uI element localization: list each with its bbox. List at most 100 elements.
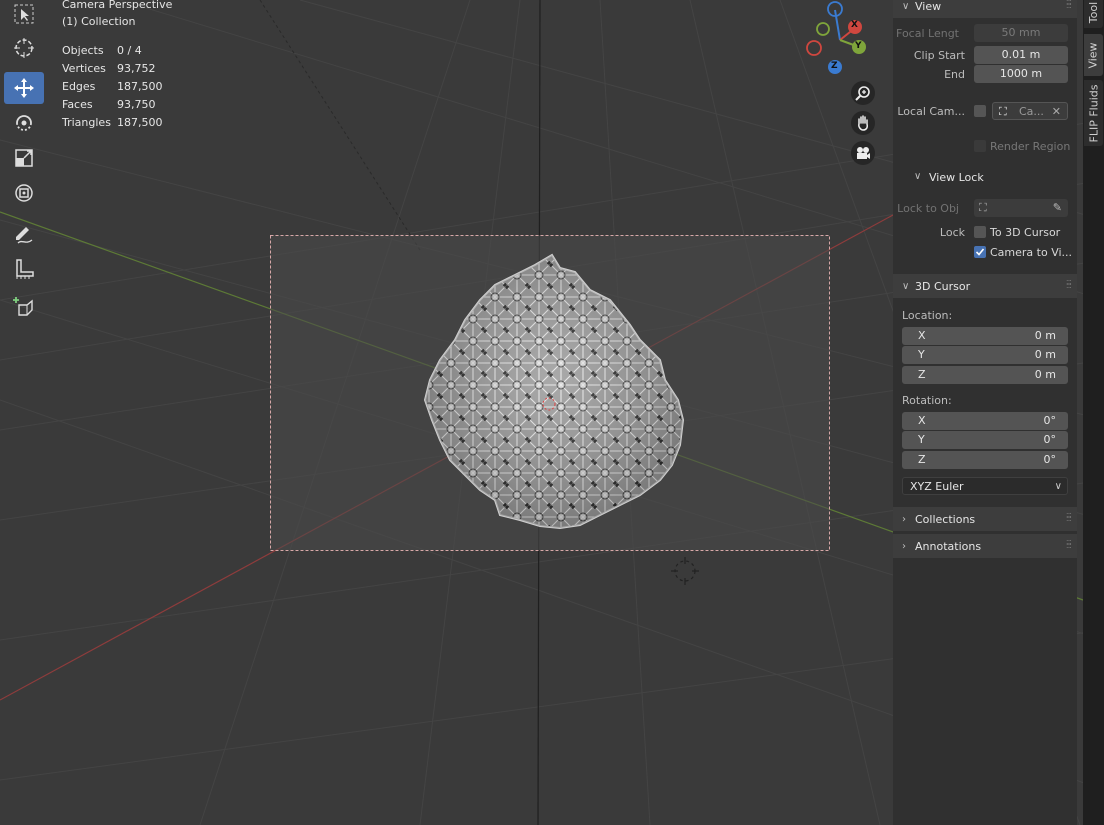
3d-cursor-section-header[interactable]: ∨ 3D Cursor ::::::: [893, 274, 1077, 298]
gizmo-x-label: X: [851, 20, 858, 30]
local-camera-label: Local Cam...: [897, 105, 965, 118]
chevron-right-icon: ›: [902, 513, 906, 525]
chevron-down-icon: ∨: [902, 0, 910, 12]
stat-label: Objects: [62, 44, 104, 57]
field-value: 0 m: [1034, 329, 1056, 342]
local-camera-checkbox[interactable]: [974, 105, 986, 117]
pan-button[interactable]: [851, 111, 875, 135]
location-y-field[interactable]: Y 0 m: [902, 346, 1068, 364]
focal-length-label: Focal Lengt: [896, 27, 959, 40]
clip-end-field[interactable]: 1000 m: [974, 65, 1068, 83]
stat-value: 187,500: [117, 116, 163, 129]
tab-tool[interactable]: Tool: [1084, 0, 1103, 28]
camera-icon: [857, 147, 870, 159]
rotate-icon: [16, 115, 32, 131]
chevron-down-icon[interactable]: ∨: [914, 171, 921, 182]
field-value: 0 m: [1034, 368, 1056, 381]
axis-gizmo[interactable]: [795, 0, 885, 80]
stat-label: Vertices: [62, 62, 106, 75]
annotate-tool[interactable]: [4, 217, 44, 249]
rotation-label: Rotation:: [902, 394, 952, 407]
viewport-collection: (1) Collection: [62, 15, 136, 28]
scale-tool[interactable]: [4, 142, 44, 174]
hand-icon: [858, 115, 868, 131]
camera-to-view-checkbox[interactable]: [974, 246, 986, 258]
rotation-mode-dropdown[interactable]: XYZ Euler ∨: [902, 477, 1068, 495]
checkmark-icon: [975, 248, 985, 256]
field-value: Ca...: [1019, 105, 1044, 118]
zoom-button[interactable]: [851, 81, 875, 105]
camera-view-button[interactable]: [851, 141, 875, 165]
stat-value: 0 / 4: [117, 44, 142, 57]
move-tool[interactable]: [4, 72, 44, 104]
chevron-down-icon: ∨: [902, 280, 910, 292]
tab-view[interactable]: View: [1084, 34, 1103, 76]
tab-label: View: [1087, 41, 1101, 69]
camera-to-view-label: Camera to Vi...: [990, 246, 1073, 259]
to-3d-cursor-checkbox[interactable]: [974, 226, 986, 238]
field-value: 50 mm: [1001, 26, 1041, 39]
clip-start-label: Clip Start: [913, 49, 965, 62]
drag-handle-icon[interactable]: ::::::: [1066, 278, 1072, 290]
tab-label: Tool: [1087, 1, 1100, 23]
collections-section-header[interactable]: › Collections ::::::: [893, 507, 1077, 531]
3d-cursor[interactable]: [671, 557, 699, 585]
field-value: 0°: [1043, 433, 1057, 446]
zoom-icon: [855, 86, 870, 101]
measure-tool[interactable]: [4, 253, 44, 285]
gizmo-z-label: Z: [831, 61, 838, 71]
location-z-field[interactable]: Z 0 m: [902, 366, 1068, 384]
section-label: View: [915, 0, 942, 13]
cursor-tool[interactable]: [4, 32, 44, 64]
cursor-icon: [14, 38, 34, 58]
dropdown-value: XYZ Euler: [910, 480, 964, 493]
lock-to-object-field[interactable]: ⛶ ✎: [974, 199, 1068, 217]
stat-label: Edges: [62, 80, 96, 93]
close-icon[interactable]: ✕: [1052, 103, 1061, 121]
rotate-tool[interactable]: [4, 107, 44, 139]
render-region-label: Render Region: [990, 140, 1071, 153]
stat-label: Triangles: [62, 116, 111, 129]
field-value: 1000 m: [999, 67, 1043, 80]
field-value: 0°: [1043, 414, 1057, 427]
scale-icon: [15, 149, 33, 167]
to-3d-cursor-label: To 3D Cursor: [990, 226, 1061, 239]
view-lock-header[interactable]: View Lock: [929, 171, 984, 184]
render-region-checkbox[interactable]: [974, 140, 986, 152]
annotations-section-header[interactable]: › Annotations ::::::: [893, 534, 1077, 558]
drag-handle-icon[interactable]: ::::::: [1066, 0, 1072, 10]
object-icon: ⛶: [979, 201, 987, 214]
rotation-y-field[interactable]: Y 0°: [902, 431, 1068, 449]
measure-ruler-icon: [16, 259, 34, 279]
clip-start-field[interactable]: 0.01 m: [974, 46, 1068, 64]
view-section-header[interactable]: ∨ View ::::::: [893, 0, 1077, 18]
move-icon: [14, 78, 34, 98]
rotation-x-field[interactable]: X 0°: [902, 412, 1068, 430]
select-tool[interactable]: [4, 0, 44, 30]
chevron-down-icon: ∨: [1054, 481, 1062, 492]
field-value: 0 m: [1034, 348, 1056, 361]
axis-label: X: [918, 329, 926, 342]
add-cube-tool[interactable]: [4, 292, 44, 324]
gizmo-neg-x[interactable]: [806, 40, 822, 56]
tab-flip-fluids[interactable]: FLIP Fluids: [1084, 80, 1103, 146]
tab-label: FLIP Fluids: [1087, 84, 1100, 142]
focal-length-field[interactable]: 50 mm: [974, 24, 1068, 42]
location-x-field[interactable]: X 0 m: [902, 327, 1068, 345]
section-label: Collections: [915, 512, 976, 526]
field-value: 0.01 m: [1001, 48, 1041, 61]
rotation-z-field[interactable]: Z 0°: [902, 451, 1068, 469]
section-label: Annotations: [915, 539, 982, 553]
drag-handle-icon[interactable]: ::::::: [1066, 511, 1072, 523]
clip-end-label: End: [944, 68, 965, 81]
stat-value: 187,500: [117, 80, 163, 93]
drag-handle-icon[interactable]: ::::::: [1066, 538, 1072, 550]
axis-label: Y: [918, 348, 925, 361]
eyedropper-icon[interactable]: ✎: [1053, 199, 1062, 217]
gizmo-neg-y[interactable]: [816, 22, 830, 36]
select-box-icon: [14, 4, 34, 24]
local-camera-field[interactable]: ⛶ Ca... ✕: [992, 102, 1068, 120]
transform-tool[interactable]: [4, 177, 44, 209]
camera-object-icon: ⛶: [999, 105, 1007, 118]
field-value: 0°: [1043, 453, 1057, 466]
